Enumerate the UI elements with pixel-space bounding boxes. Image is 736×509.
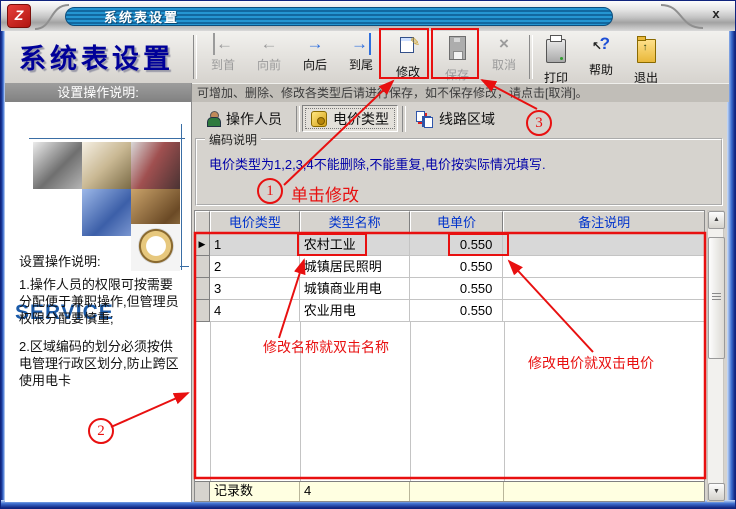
tab-separator: [296, 106, 300, 132]
tab-price-types[interactable]: 电价类型: [302, 105, 398, 132]
cell-note[interactable]: [503, 256, 704, 278]
first-arrow-icon: ←: [213, 33, 233, 55]
header-separator: [193, 35, 197, 79]
cell-type[interactable]: 4: [210, 300, 300, 322]
cell-note[interactable]: [503, 300, 704, 322]
tab-separator: [402, 106, 406, 132]
cell-price[interactable]: 0.550: [410, 234, 504, 256]
sidebar-note-2: 2.区域编码的划分必须按供电管理行政区划分,防止跨区使用电卡: [19, 338, 183, 389]
column-header-price-type: 电价类型: [210, 211, 300, 234]
last-arrow-icon: →: [351, 33, 371, 55]
toolbar-button-save[interactable]: 保存: [435, 33, 479, 80]
groupbox-note: 电价类型为1,2,3,4不能删除,不能重复,电价按实际情况填写.: [209, 154, 546, 173]
cell-price[interactable]: 0.550: [410, 300, 504, 322]
cell-type[interactable]: 3: [210, 278, 300, 300]
floppy-icon: [449, 36, 466, 60]
row-marker: ▶: [195, 234, 210, 256]
edit-doc-icon: ✎: [400, 35, 416, 57]
exit-folder-icon: [637, 39, 656, 63]
toolbar-button-prev[interactable]: ← 向前: [247, 33, 291, 80]
sidebar-note-1: 1.操作人员的权限可按需要分配便于兼职操作,但管理员权限分配要慎重;: [19, 276, 183, 327]
cell-name[interactable]: 城镇商业用电: [300, 278, 410, 300]
photo-tile-tools: [33, 142, 82, 189]
table-header-row: 电价类型 类型名称 电单价 备注说明: [195, 211, 704, 234]
tabbar: 操作人员 电价类型 线路区域: [192, 102, 729, 136]
photo-tile-pen: [82, 142, 131, 189]
table-row[interactable]: 4 农业用电 0.550: [195, 300, 704, 322]
cell-name[interactable]: 农村工业: [300, 234, 410, 256]
sidebar-header: 设置操作说明:: [5, 83, 191, 102]
help-cursor-icon: ↖?: [592, 33, 610, 55]
table-empty-area: [195, 322, 704, 483]
toolbar-separator: [529, 35, 533, 79]
record-count-value: 4: [300, 482, 410, 501]
photo-tile-instruments: [131, 142, 180, 189]
column-header-note: 备注说明: [503, 211, 704, 234]
encoding-groupbox: 编码说明 电价类型为1,2,3,4不能删除,不能重复,电价按实际情况填写.: [195, 138, 723, 206]
toolbar-button-cancel[interactable]: × 取消: [482, 33, 526, 80]
prev-arrow-icon: ←: [261, 33, 278, 55]
printer-icon: [546, 39, 566, 63]
cell-name[interactable]: 城镇居民照明: [300, 256, 410, 278]
groupbox-title: 编码说明: [205, 131, 261, 148]
person-icon: [207, 111, 220, 127]
copy-pages-icon: [416, 111, 433, 127]
toolbar-button-exit[interactable]: 退出: [624, 33, 668, 80]
record-count-label: 记录数: [210, 482, 300, 501]
page-title: 系统表设置: [19, 37, 174, 76]
vertical-scrollbar[interactable]: ▲ ▼: [707, 210, 724, 502]
header-band: 系统表设置 ← 到首 ← 向前 → 向后 → 到尾 ✎ 修改 保存 × 取消: [5, 31, 729, 84]
scroll-down-icon[interactable]: ▼: [708, 483, 725, 501]
tab-operators[interactable]: 操作人员: [199, 105, 290, 132]
cancel-x-icon: ×: [499, 33, 509, 55]
window-title: 系统表设置: [65, 7, 613, 26]
toolbar-button-help[interactable]: ↖? 帮助: [579, 33, 623, 80]
scrollbar-thumb[interactable]: [708, 237, 725, 359]
sidebar: 设置操作说明: SERVICE 设置操作说明: 1.操作人员的权限可按需要分配便…: [5, 83, 192, 502]
column-header-type-name: 类型名称: [300, 211, 410, 234]
tab-line-areas[interactable]: 线路区域: [408, 105, 503, 132]
toolbar-button-next[interactable]: → 向后: [293, 33, 337, 80]
cell-type[interactable]: 1: [210, 234, 300, 256]
cell-type[interactable]: 2: [210, 256, 300, 278]
cell-price[interactable]: 0.550: [410, 256, 504, 278]
cell-note[interactable]: [503, 234, 704, 256]
toolbar-button-first[interactable]: ← 到首: [201, 33, 245, 80]
table-row[interactable]: 3 城镇商业用电 0.550: [195, 278, 704, 300]
table-row[interactable]: 2 城镇居民照明 0.550: [195, 256, 704, 278]
toolbar-button-print[interactable]: 打印: [534, 33, 578, 80]
column-header-unit-price: 电单价: [410, 211, 504, 234]
scrollbar-grip: [712, 293, 721, 302]
table-row[interactable]: ▶ 1 农村工业 0.550: [195, 234, 704, 256]
photo-tile-watch: [131, 224, 180, 271]
price-type-table: 电价类型 类型名称 电单价 备注说明 ▶ 1 农村工业 0.550 2 城镇居民…: [194, 210, 705, 502]
cell-note[interactable]: [503, 278, 704, 300]
app-logo-icon: Z: [7, 4, 31, 28]
app-window: Z 系统表设置 x 系统表设置 ← 到首 ← 向前 → 向后 → 到尾 ✎ 修改: [0, 0, 736, 509]
sidebar-note-title: 设置操作说明:: [19, 251, 101, 270]
coin-icon: [311, 111, 327, 127]
next-arrow-icon: →: [307, 33, 324, 55]
photo-tile-keyboard: [82, 189, 131, 236]
toolbar-button-last[interactable]: → 到尾: [339, 33, 383, 80]
cell-name[interactable]: 农业用电: [300, 300, 410, 322]
scroll-up-icon[interactable]: ▲: [708, 211, 725, 229]
hint-bar: 可增加、删除、修改各类型后请进行保存，如不保存修改，请点击[取消]。: [192, 83, 729, 102]
titlebar: Z 系统表设置 x: [1, 1, 736, 32]
cell-price[interactable]: 0.550: [410, 278, 504, 300]
toolbar-button-modify[interactable]: ✎ 修改: [386, 33, 430, 80]
close-icon[interactable]: x: [708, 6, 724, 22]
table-footer-row: 记录数 4: [195, 481, 704, 501]
